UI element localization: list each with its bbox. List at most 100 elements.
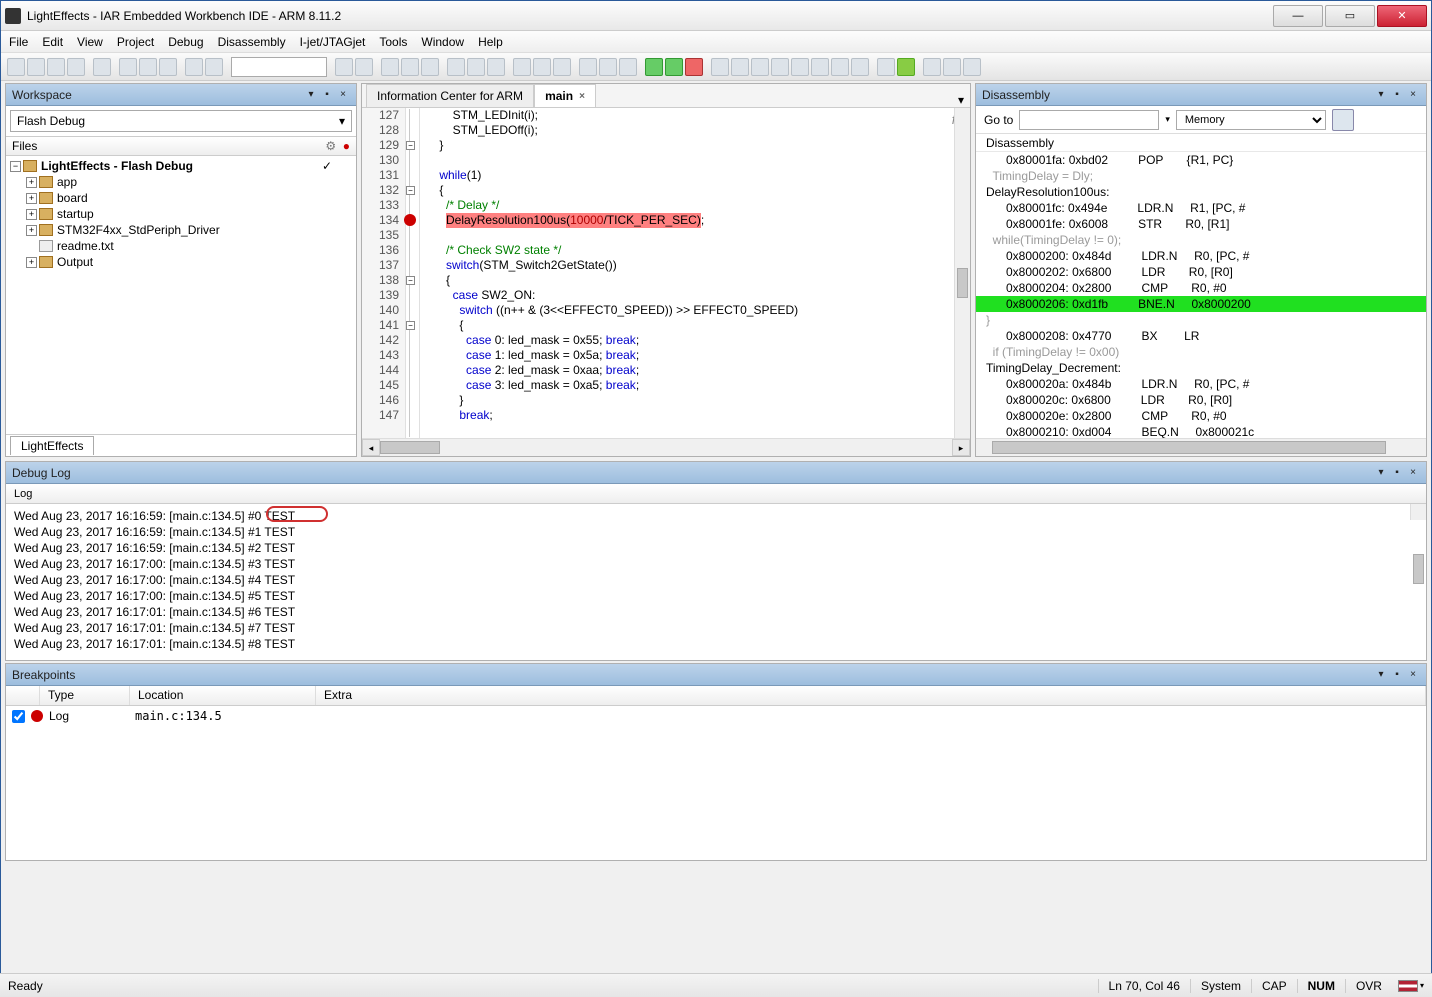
tree-item[interactable]: readme.txt [10,238,352,254]
panel-pin-icon[interactable]: ▪ [320,88,334,102]
gear-icon[interactable]: ⚙ [325,139,336,153]
maximize-button[interactable]: ▭ [1325,5,1375,27]
disasm-hscroll[interactable] [976,438,1426,456]
breakpoint-row[interactable]: Log main.c:134.5 [6,706,1426,726]
disasm-row[interactable]: while(TimingDelay != 0); [976,232,1426,248]
stop-build-icon[interactable] [553,58,571,76]
bookmark-prev-icon[interactable] [447,58,465,76]
panel-close-icon[interactable]: × [336,88,350,102]
stop-debug-icon[interactable] [685,58,703,76]
step-instr-icon[interactable] [791,58,809,76]
editor-hscroll[interactable]: ◂ ▸ [362,438,970,456]
nav-fwd-icon[interactable] [355,58,373,76]
fold-toggle-icon[interactable]: − [406,321,415,330]
panel-dropdown-icon[interactable]: ▾ [1374,466,1388,480]
goto-dropdown-icon[interactable]: ▾ [1165,114,1170,125]
disasm-row[interactable]: 0x800020e: 0x2800 CMP R0, #0 [976,408,1426,424]
step-out-icon[interactable] [771,58,789,76]
editor-tab[interactable]: Information Center for ARM [366,84,534,107]
disasm-row[interactable]: 0x80001fa: 0xbd02 POP {R1, PC} [976,152,1426,168]
code-area[interactable]: STM_LEDInit(i); STM_LEDOff(i); } while(1… [420,108,954,438]
tabs-overflow-icon[interactable]: ▾ [952,93,970,107]
step-over-icon[interactable] [731,58,749,76]
copy-icon[interactable] [139,58,157,76]
save-icon[interactable] [47,58,65,76]
menu-disassembly[interactable]: Disassembly [218,35,286,49]
tree-item[interactable]: +app [10,174,352,190]
panel-pin-icon[interactable]: ▪ [1390,466,1404,480]
menu-window[interactable]: Window [421,35,464,49]
workspace-tab[interactable]: LightEffects [10,436,94,455]
bookmark-toggle-icon[interactable] [467,58,485,76]
hscroll-left-icon[interactable]: ◂ [362,439,380,456]
tree-item[interactable]: +board [10,190,352,206]
disasm-row[interactable]: 0x800020c: 0x6800 LDR R0, [R0] [976,392,1426,408]
disasm-row[interactable]: 0x8000200: 0x484d LDR.N R0, [PC, # [976,248,1426,264]
goto-icon[interactable] [421,58,439,76]
open-icon[interactable] [27,58,45,76]
next-statement-icon[interactable] [851,58,869,76]
swo-icon[interactable] [897,58,915,76]
disasm-row[interactable]: 0x8000206: 0xd1fb BNE.N 0x8000200 [976,296,1426,312]
minimize-button[interactable]: — [1273,5,1323,27]
disasm-row[interactable]: 0x8000204: 0x2800 CMP R0, #0 [976,280,1426,296]
bookmark-next-icon[interactable] [487,58,505,76]
disasm-row[interactable]: 0x8000210: 0xd004 BEQ.N 0x800021c [976,424,1426,438]
tab-close-icon[interactable]: × [579,91,585,102]
tree-item[interactable]: −LightEffects - Flash Debug✓ [10,158,352,174]
file-tree[interactable]: −LightEffects - Flash Debug✓+app+board+s… [6,156,356,434]
disasm-row[interactable]: TimingDelay = Dly; [976,168,1426,184]
flag-dropdown-icon[interactable]: ▾ [1420,981,1424,990]
fold-toggle-icon[interactable]: − [406,141,415,150]
menu-ijetjtagjet[interactable]: I-jet/JTAGjet [300,35,366,49]
menu-file[interactable]: File [9,35,28,49]
tree-expander-icon[interactable]: + [26,209,37,220]
attach-icon[interactable] [619,58,637,76]
make-icon[interactable] [533,58,551,76]
menu-project[interactable]: Project [117,35,154,49]
config-select[interactable]: Flash Debug▾ [10,110,352,132]
cut-icon[interactable] [119,58,137,76]
fold-column[interactable]: −−−− [406,108,420,438]
compile-icon[interactable] [513,58,531,76]
tree-item[interactable]: +Output [10,254,352,270]
panel-dropdown-icon[interactable]: ▾ [1374,88,1388,102]
disasm-row[interactable]: TimingDelay_Decrement: [976,360,1426,376]
find-icon[interactable] [381,58,399,76]
window-icon-1[interactable] [923,58,941,76]
disasm-row[interactable]: 0x8000202: 0x6800 LDR R0, [R0] [976,264,1426,280]
panel-close-icon[interactable]: × [1406,668,1420,682]
disasm-row[interactable]: if (TimingDelay != 0x00) [976,344,1426,360]
editor-vscroll[interactable] [954,108,970,438]
fold-toggle-icon[interactable]: − [406,186,415,195]
run-to-cursor-icon[interactable] [811,58,829,76]
tree-item[interactable]: +startup [10,206,352,222]
nav-back-icon[interactable] [335,58,353,76]
disasm-row[interactable]: 0x8000208: 0x4770 BX LR [976,328,1426,344]
debug-icon[interactable] [579,58,597,76]
disasm-row[interactable]: 0x80001fe: 0x6008 STR R0, [R1] [976,216,1426,232]
panel-close-icon[interactable]: × [1406,88,1420,102]
breakpoint-marker-icon[interactable] [404,214,416,226]
new-file-icon[interactable] [7,58,25,76]
hscroll-right-icon[interactable]: ▸ [952,439,970,456]
bp-enable-checkbox[interactable] [12,710,25,723]
reset-icon[interactable] [711,58,729,76]
disasm-row[interactable]: 0x80001fc: 0x494e LDR.N R1, [PC, # [976,200,1426,216]
menu-edit[interactable]: Edit [42,35,63,49]
save-all-icon[interactable] [67,58,85,76]
replace-icon[interactable] [401,58,419,76]
disassembly-listing[interactable]: 0x80001fa: 0xbd02 POP {R1, PC} TimingDel… [976,152,1426,438]
pause-icon[interactable] [831,58,849,76]
paste-icon[interactable] [159,58,177,76]
goto-input[interactable] [1019,110,1159,130]
disasm-refresh-icon[interactable] [1332,109,1354,131]
menu-help[interactable]: Help [478,35,503,49]
tree-expander-icon[interactable]: + [26,193,37,204]
redo-icon[interactable] [205,58,223,76]
editor-tab[interactable]: main× [534,84,596,107]
step-into-icon[interactable] [751,58,769,76]
print-icon[interactable] [93,58,111,76]
tree-expander-icon[interactable]: + [26,177,37,188]
menu-view[interactable]: View [77,35,103,49]
